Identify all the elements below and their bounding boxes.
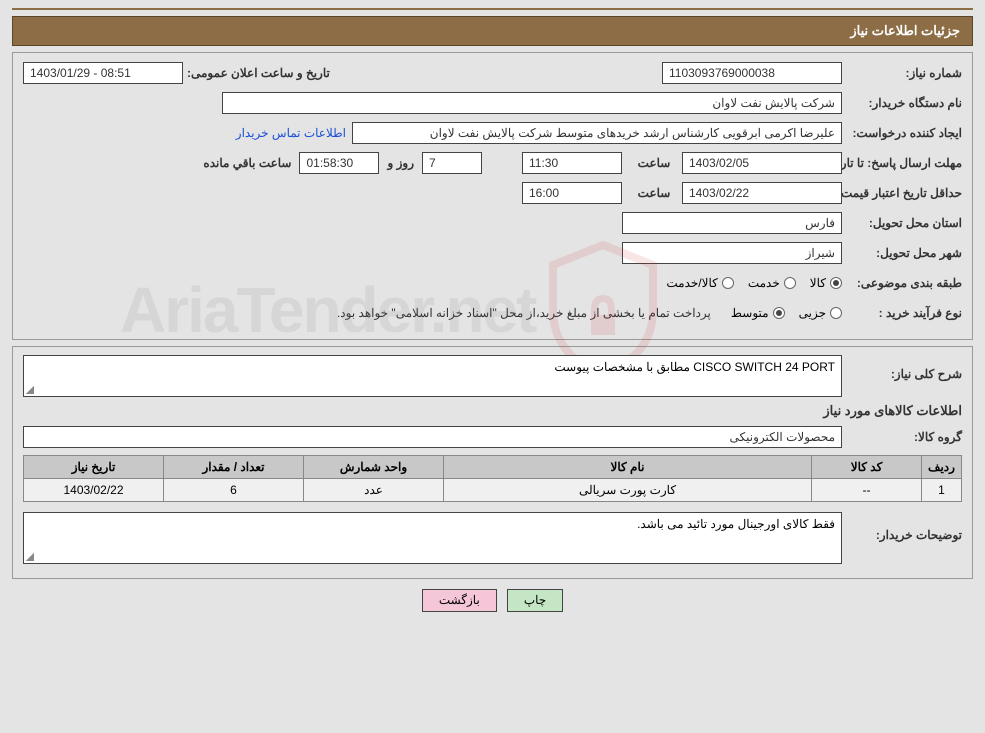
table-header-row: ردیف کد کالا نام کالا واحد شمارش تعداد /… [24,456,962,479]
th-code: کد کالا [812,456,922,479]
description-field: CISCO SWITCH 24 PORT مطابق با مشخصات پیو… [23,355,842,397]
print-button[interactable]: چاپ [507,589,563,612]
deadline-time-field: 11:30 [522,152,622,174]
requester-label: ایجاد کننده درخواست: [842,126,962,140]
city-field: شیراز [622,242,842,264]
announce-label: تاریخ و ساعت اعلان عمومی: [183,66,330,80]
validity-time-label: ساعت [622,186,682,200]
purchase-type-note: پرداخت تمام یا بخشی از مبلغ خرید،از محل … [337,306,731,320]
th-unit: واحد شمارش [304,456,444,479]
description-panel: شرح کلی نیاز: CISCO SWITCH 24 PORT مطابق… [12,346,973,579]
purchase-type-label: نوع فرآیند خرید : [842,306,962,320]
radio-partial[interactable]: جزیی [799,306,842,320]
goods-info-title: اطلاعات کالاهای مورد نیاز [23,403,962,419]
validity-label: حداقل تاریخ اعتبار قیمت: تا تاریخ: [842,186,962,200]
table-row: 1 -- کارت پورت سریالی عدد 6 1403/02/22 [24,479,962,502]
buyer-org-label: نام دستگاه خریدار: [842,96,962,110]
radio-medium[interactable]: متوسط [731,306,785,320]
th-name: نام کالا [444,456,812,479]
th-qty: تعداد / مقدار [164,456,304,479]
buyer-notes-field: فقط کالای اورجینال مورد تائید می باشد. [23,512,842,564]
need-number-label: شماره نیاز: [842,66,962,80]
goods-table: ردیف کد کالا نام کالا واحد شمارش تعداد /… [23,455,962,502]
deadline-days-label: روز و [379,156,422,170]
announce-field: 1403/01/29 - 08:51 [23,62,183,84]
th-date: تاریخ نیاز [24,456,164,479]
province-label: استان محل تحویل: [842,216,962,230]
classification-label: طبقه بندی موضوعی: [842,276,962,290]
deadline-countdown-field: 01:58:30 [299,152,379,174]
deadline-remain-label: ساعت باقي مانده [199,156,299,170]
requester-field: علیرضا اکرمی ابرقویی کارشناس ارشد خریدها… [352,122,842,144]
deadline-label: مهلت ارسال پاسخ: تا تاریخ: [842,156,962,170]
deadline-days-field: 7 [422,152,482,174]
validity-time-field: 16:00 [522,182,622,204]
page-header: جزئیات اطلاعات نیاز [12,16,973,46]
description-label: شرح کلی نیاز: [842,355,962,381]
group-field: محصولات الکترونیکی [23,426,842,448]
buyer-contact-link[interactable]: اطلاعات تماس خریدار [236,126,346,140]
need-number-field: 1103093769000038 [662,62,842,84]
validity-date-field: 1403/02/22 [682,182,842,204]
page-title: جزئیات اطلاعات نیاز [850,23,960,38]
deadline-date-field: 1403/02/05 [682,152,842,174]
buyer-notes-label: توضیحات خریدار: [842,512,962,542]
radio-kala[interactable]: کالا [810,276,842,290]
city-label: شهر محل تحویل: [842,246,962,260]
purchase-type-radio-group: جزیی متوسط [731,306,842,320]
group-label: گروه کالا: [842,430,962,444]
th-row: ردیف [922,456,962,479]
info-panel: شماره نیاز: 1103093769000038 تاریخ و ساع… [12,52,973,340]
radio-khedmat[interactable]: خدمت [748,276,796,290]
province-field: فارس [622,212,842,234]
classification-radio-group: کالا خدمت کالا/خدمت [666,276,842,290]
buyer-org-field: شرکت پالایش نفت لاوان [222,92,842,114]
back-button[interactable]: بازگشت [422,589,497,612]
deadline-time-label: ساعت [622,156,682,170]
radio-kala-khedmat[interactable]: کالا/خدمت [666,276,733,290]
